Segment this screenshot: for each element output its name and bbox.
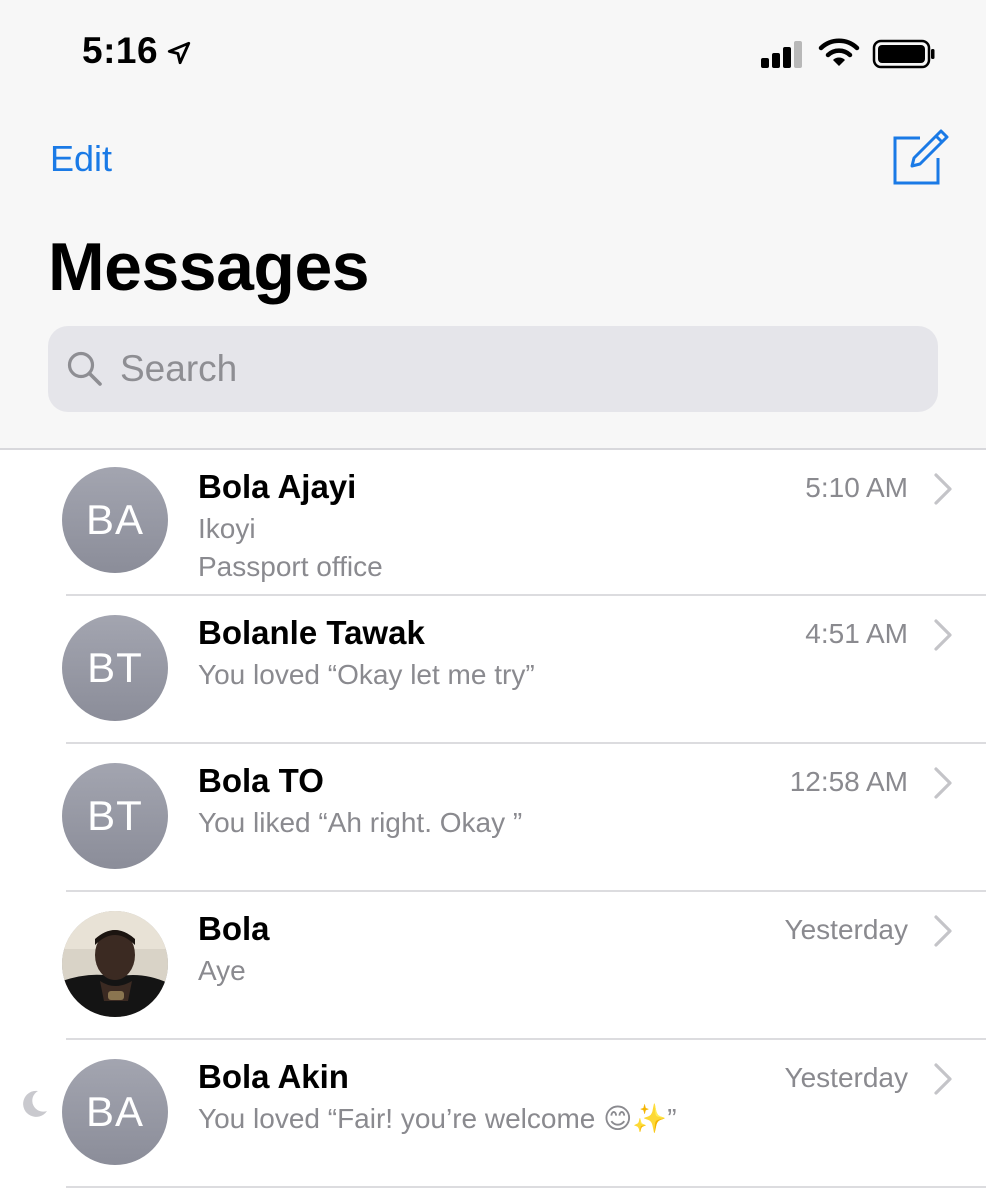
edit-button[interactable]: Edit [50,138,112,180]
conversation-row[interactable]: BA Bola Akin Yesterday You loved “Fair! … [0,1040,986,1188]
contact-name: Bola [198,910,270,947]
message-time: 4:51 AM [805,618,908,649]
location-arrow-icon [167,41,191,65]
chevron-right-icon [934,473,952,505]
contact-name: Bola TO [198,762,324,799]
message-preview: You liked “Ah right. Okay ” [198,807,523,838]
compose-icon[interactable] [892,128,950,186]
message-preview: Aye [198,955,246,986]
header-area: 5:16 Edit Messages [0,0,986,450]
chevron-right-icon [934,1063,952,1095]
search-input[interactable] [118,338,902,400]
avatar-photo [62,911,168,1017]
message-preview: Ikoyi Passport office [198,513,383,582]
message-preview: You loved “Okay let me try” [198,659,535,690]
chevron-right-icon [934,619,952,651]
conversation-row[interactable]: BT Bola TO 12:58 AM You liked “Ah right.… [0,744,986,892]
chevron-right-icon [934,767,952,799]
contact-photo-image [62,911,168,1017]
message-time: 5:10 AM [805,472,908,503]
contact-name: Bola Akin [198,1058,349,1095]
message-time: Yesterday [784,1062,909,1093]
chevron-right-icon [934,915,952,947]
contact-name: Bola Ajayi [198,468,357,505]
status-time: 5:16 [82,30,159,71]
message-time: 12:58 AM [789,766,908,797]
battery-icon [872,39,935,69]
page-title: Messages [48,229,370,305]
wifi-icon [818,38,860,66]
search-icon [67,351,102,386]
conversation-row[interactable]: BA Bola Ajayi 5:10 AM Ikoyi Passport off… [0,450,986,596]
search-bar[interactable] [48,326,938,412]
avatar: BA [62,467,168,573]
avatar: BA [62,1059,168,1165]
avatar: BT [62,763,168,869]
signal-bars-icon [761,41,802,68]
message-preview: You loved “Fair! you’re welcome 😊✨” [198,1103,677,1134]
row-divider [66,1186,986,1188]
avatar: BT [62,615,168,721]
contact-name: Bolanle Tawak [198,614,425,651]
conversation-row[interactable]: BT Bolanle Tawak 4:51 AM You loved “Okay… [0,596,986,744]
moon-icon [23,1090,47,1117]
conversation-list: BA Bola Ajayi 5:10 AM Ikoyi Passport off… [0,450,986,1188]
conversation-row[interactable]: Bola Yesterday Aye [0,892,986,1040]
message-time: Yesterday [784,914,909,945]
